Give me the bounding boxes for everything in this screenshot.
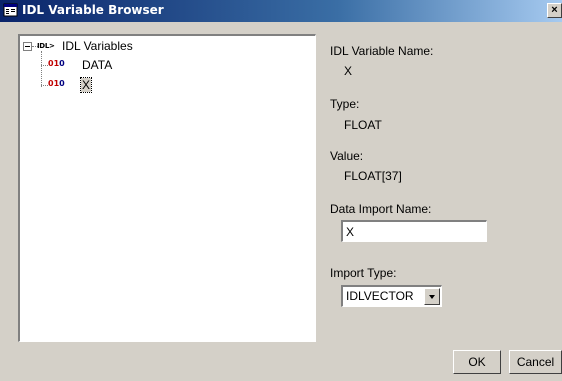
title-bar: IDL Variable Browser × (0, 0, 562, 22)
collapse-icon[interactable] (23, 42, 32, 51)
variable-name-value: X (344, 64, 353, 78)
ok-button[interactable]: OK (453, 350, 501, 374)
type-label: Type: (330, 97, 360, 111)
tree-item-data[interactable]: DATA (82, 58, 112, 72)
idl-icon: IDL> (37, 42, 55, 50)
window-icon (3, 3, 18, 17)
window-title: IDL Variable Browser (22, 3, 164, 17)
close-icon: × (551, 4, 558, 16)
variable-icon: 010 (48, 79, 65, 88)
variable-icon: 010 (48, 59, 65, 68)
type-value: FLOAT (344, 118, 382, 132)
value-label: Value: (330, 149, 364, 163)
value-value: FLOAT[37] (344, 169, 402, 183)
variable-name-label: IDL Variable Name: (330, 44, 434, 58)
import-name-input[interactable] (341, 220, 487, 242)
close-button[interactable]: × (547, 3, 562, 18)
tree-connector (41, 85, 48, 86)
tree-item-x[interactable]: X (79, 77, 93, 93)
tree-connector (41, 51, 42, 87)
dropdown-arrow-icon[interactable] (424, 288, 440, 305)
variable-tree[interactable]: IDL> IDL Variables 010 DATA 010 X (18, 34, 316, 342)
tree-connector (41, 65, 48, 66)
import-type-value: IDLVECTOR (346, 289, 414, 303)
import-type-label: Import Type: (330, 266, 397, 280)
cancel-button[interactable]: Cancel (509, 350, 562, 374)
import-type-select[interactable]: IDLVECTOR (341, 285, 442, 307)
import-name-label: Data Import Name: (330, 202, 432, 216)
tree-root-label[interactable]: IDL Variables (62, 39, 133, 53)
